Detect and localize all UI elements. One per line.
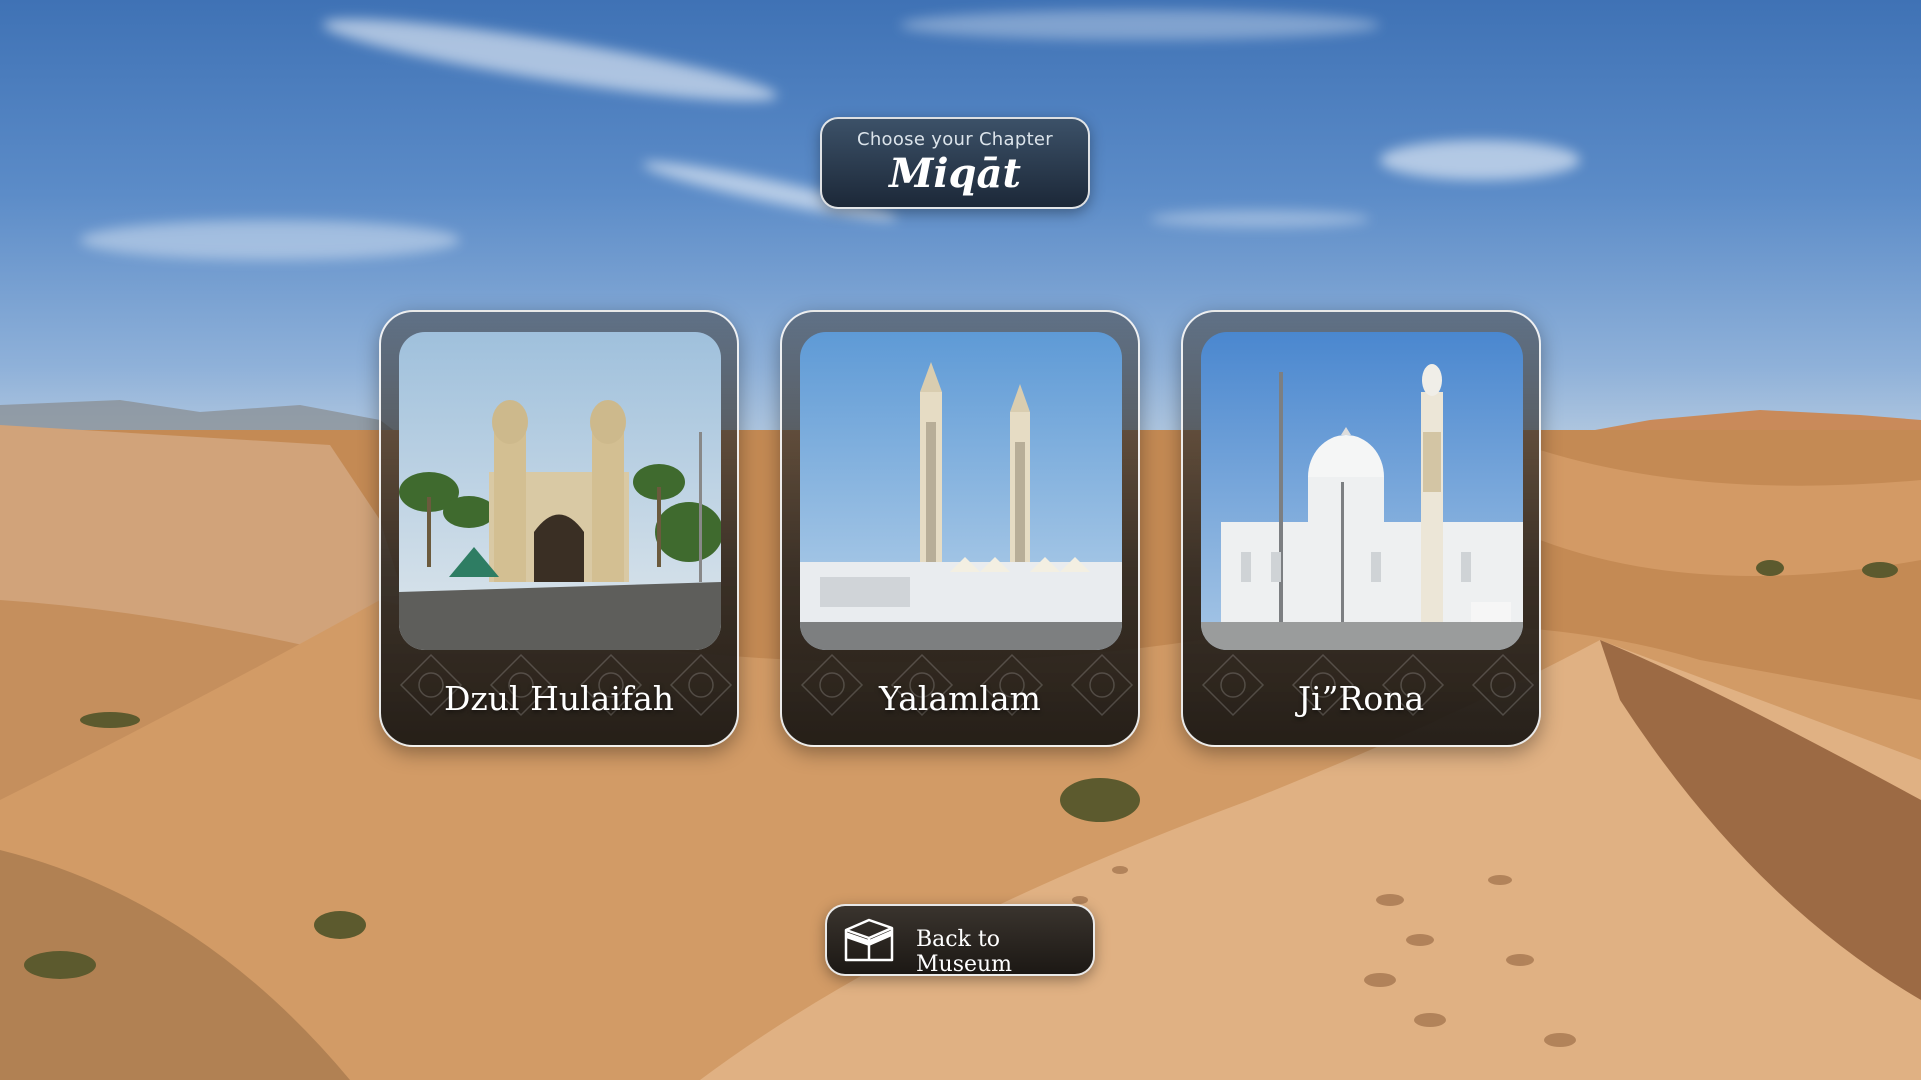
chapter-subtitle: Choose your Chapter <box>856 129 1054 150</box>
chapter-label: Yalamlam <box>879 679 1041 718</box>
chapter-label: Ji”Rona <box>1297 679 1425 718</box>
mosque-photo-ji-rona <box>1201 332 1523 650</box>
back-button-label: Back to Museum <box>916 927 1013 977</box>
chapter-header: Choose your Chapter Miqāt <box>820 117 1090 209</box>
chapter-card-dzul-hulaifah[interactable]: Dzul Hulaifah <box>379 310 739 747</box>
kaaba-icon <box>844 918 894 962</box>
chapter-card-ji-rona[interactable]: Ji”Rona <box>1181 310 1541 747</box>
chapter-label: Dzul Hulaifah <box>443 679 675 718</box>
mosque-photo-yalamlam <box>800 332 1122 650</box>
mosque-photo-dzul-hulaifah <box>399 332 721 650</box>
chapter-card-yalamlam[interactable]: Yalamlam <box>780 310 1140 747</box>
back-to-museum-button[interactable]: Back to Museum <box>825 904 1095 977</box>
chapter-title: Miqāt <box>889 150 1021 197</box>
